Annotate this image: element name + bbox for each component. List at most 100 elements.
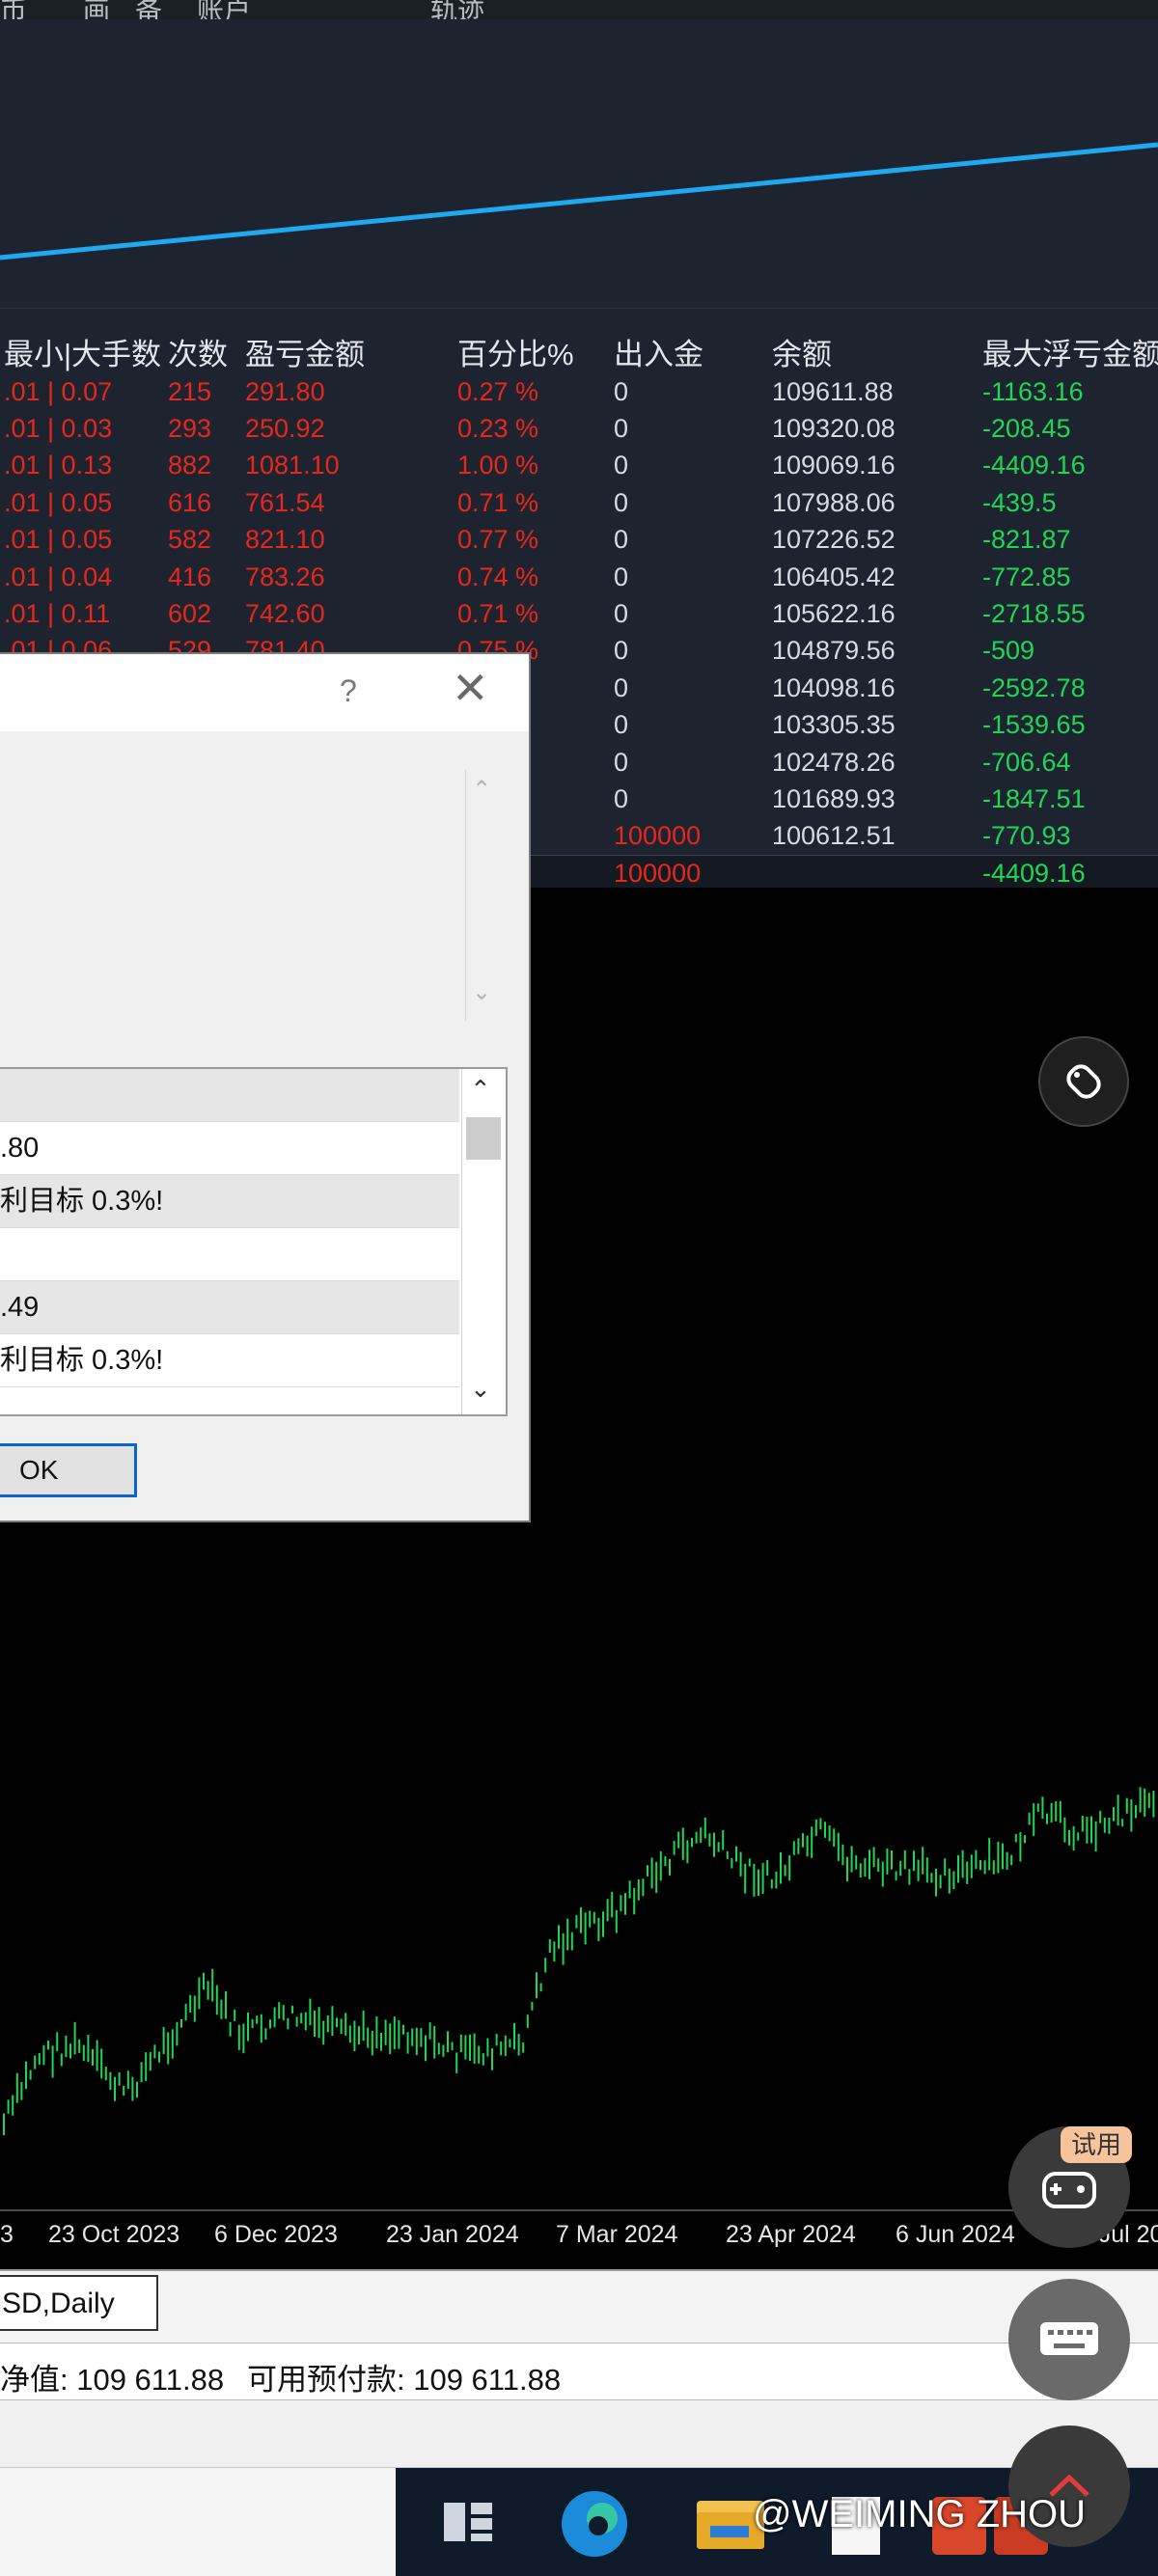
list-item[interactable]: .80 [0,1122,459,1175]
toolbox-panel [0,2400,1158,2468]
cell-float: -439.5 [982,487,1057,517]
table-row[interactable]: .01 | 0.04 416 783.26 0.74 % 0 106405.42 -772.… [0,559,1158,595]
tab-symbol-daily[interactable]: SD,Daily [0,2275,158,2331]
total-balance [768,854,979,892]
list-item[interactable]: 利目标 0.3%! [0,1175,459,1228]
cell-balance: 109069.16 [772,451,896,480]
cell-pct: 0.23 % [457,414,539,444]
cell-float: -1539.65 [982,710,1086,740]
help-icon[interactable]: ? [340,673,357,709]
gamepad-icon [1042,2172,1096,2208]
header-count[interactable]: 次数 [164,330,241,373]
cell-float: -1847.51 [982,783,1086,813]
header-balance[interactable]: 余额 [768,330,979,373]
list-item[interactable] [0,1069,459,1122]
list-item[interactable]: 利目标 0.3%! [0,1334,459,1387]
date-axis [0,2209,1158,2211]
cell-float: -2592.78 [982,672,1086,702]
cell-count: 582 [168,525,212,555]
date-tick: 3 [0,2221,14,2248]
cell-pct: 0.71 % [457,487,539,517]
cell-float: -706.64 [982,747,1071,777]
date-tick: 23 Apr 2024 [726,2221,856,2248]
dialog-title-bar: ? ✕ [0,654,529,731]
scroll-down-icon[interactable]: ⌄ [470,1374,491,1404]
cell-balance: 101689.93 [772,783,896,813]
cell-flow: 100000 [614,821,702,851]
cell-pnl: 761.54 [245,487,325,517]
ok-button[interactable]: OK [0,1443,137,1497]
scroll-down-icon[interactable]: ⌄ [472,978,491,1006]
list-item[interactable] [0,1228,459,1281]
cell-balance: 100612.51 [772,821,896,851]
equity-curve-line [0,142,1158,260]
cell-lots: .01 | 0.11 [4,599,111,629]
cell-count: 602 [168,599,212,629]
header-max-float[interactable]: 最大浮亏金额 [979,330,1158,373]
cell-float: -2718.55 [982,599,1086,629]
header-pnl[interactable]: 盈亏金额 [241,330,454,373]
tag-button[interactable] [1038,1036,1129,1127]
cell-float: -821.87 [982,525,1071,555]
header-pct[interactable]: 百分比% [454,330,610,373]
table-row[interactable]: .01 | 0.13 882 1081.10 1.00 % 0 109069.16 -440… [0,448,1158,484]
cell-balance: 109320.08 [772,414,896,444]
equity-chart-svg [0,142,1158,260]
cell-lots: .01 | 0.13 [4,451,113,480]
keyboard-button[interactable] [1008,2279,1130,2400]
list-scrollbar[interactable]: ⌃ ⌄ [461,1069,504,1414]
close-icon[interactable]: ✕ [452,662,490,714]
message-dialog: ? ✕ ⌃ ⌄ .80 利目标 0.3%! .49 利目标 0.3%! ⌃ ⌄ … [0,652,531,1522]
date-tick: 23 Oct 2023 [48,2221,180,2248]
cell-pct: 0.74 % [457,562,539,591]
keyboard-icon [1040,2322,1098,2355]
cell-flow: 0 [614,562,629,591]
table-row[interactable]: .01 | 0.05 616 761.54 0.71 % 0 107988.06 -439.… [0,484,1158,521]
scrollbar-thumb[interactable] [466,1117,501,1160]
total-flow: 100000 [610,854,768,892]
cell-pnl: 1081.10 [245,451,340,480]
cell-pnl: 291.80 [245,376,325,406]
task-view-icon[interactable] [444,2503,492,2541]
upper-scrollbar[interactable]: ⌃ ⌄ [465,770,500,1021]
stats-header-row: 最小|大手数 次数 盈亏金额 百分比% 出入金 余额 最大浮亏金额 [0,330,1158,373]
cell-lots: .01 | 0.07 [4,376,113,406]
cell-flow: 0 [614,525,629,555]
cell-count: 882 [168,451,212,480]
list-item[interactable]: .49 [0,1281,459,1334]
cell-flow: 0 [614,783,629,813]
message-list[interactable]: .80 利目标 0.3%! .49 利目标 0.3%! ⌃ ⌄ [0,1067,508,1416]
cell-count: 616 [168,487,212,517]
free-margin-value: 可用预付款: 109 611.88 [247,2363,562,2397]
cell-balance: 106405.42 [772,562,896,591]
table-row[interactable]: .01 | 0.03 293 250.92 0.23 % 0 109320.08 -208.… [0,410,1158,447]
table-row[interactable]: .01 | 0.07 215 291.80 0.27 % 0 109611.88 -1163… [0,373,1158,410]
equity-value: 净值: 109 611.88 [0,2363,225,2397]
table-row[interactable]: .01 | 0.05 582 821.10 0.77 % 0 107226.52 -821.… [0,522,1158,559]
chart-tabs: SD,Daily [0,2269,1158,2343]
header-flow[interactable]: 出入金 [610,330,768,373]
cell-lots: .01 | 0.03 [4,414,113,444]
cell-flow: 0 [614,414,629,444]
account-status-bar: 净值: 109 611.88 可用预付款: 109 611.88 [0,2343,1158,2400]
cell-balance: 104879.56 [772,636,896,666]
scroll-up-icon[interactable]: ⌃ [472,776,491,804]
cell-count: 416 [168,562,212,591]
cell-pct: 0.77 % [457,525,539,555]
cell-pnl: 821.10 [245,525,325,555]
cell-flow: 0 [614,636,629,666]
cell-pct: 1.00 % [457,451,539,480]
cell-flow: 0 [614,672,629,702]
edge-browser-icon[interactable] [562,2491,627,2557]
scroll-up-icon[interactable]: ⌃ [470,1075,491,1105]
equity-chart [0,19,1158,309]
cell-pnl: 783.26 [245,562,325,591]
trial-badge: 试用 [1061,2126,1132,2163]
cell-flow: 0 [614,710,629,740]
cell-balance: 103305.35 [772,710,896,740]
cell-balance: 107988.06 [772,487,896,517]
table-row[interactable]: .01 | 0.11 602 742.60 0.71 % 0 105622.16 -2718… [0,595,1158,632]
cell-float: -772.85 [982,562,1071,591]
cell-flow: 0 [614,747,629,777]
header-lots[interactable]: 最小|大手数 [0,330,164,373]
